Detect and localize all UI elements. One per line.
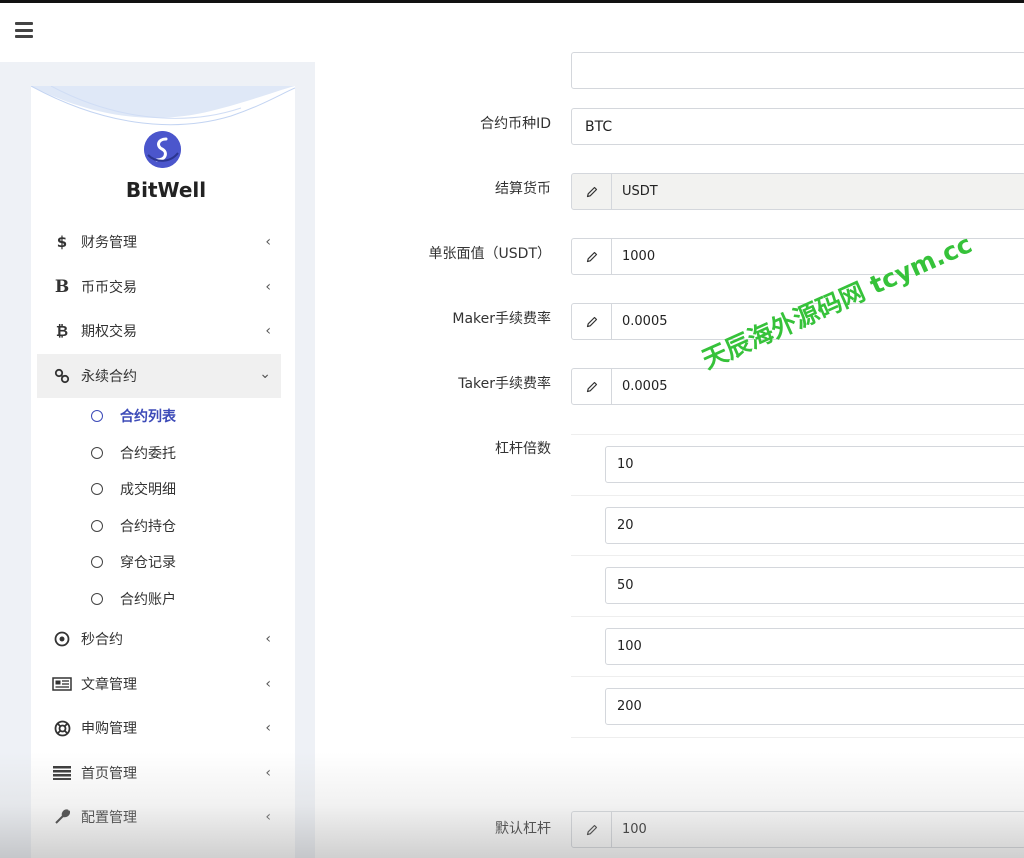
pencil-icon xyxy=(572,304,612,339)
sidebar-item-second-contract[interactable]: 秒合约 ‹ xyxy=(37,617,281,662)
pencil-icon xyxy=(572,174,612,209)
settle-currency-value: USDT xyxy=(622,184,658,199)
leverage-label: 杠杆倍数 xyxy=(495,441,551,457)
leverage-row: 200 xyxy=(571,677,1024,738)
leverage-row: 50 xyxy=(571,556,1024,617)
chevron-left-icon: ‹ xyxy=(265,809,271,825)
sidebar-item-label: 财务管理 xyxy=(81,235,137,252)
taker-fee-input[interactable]: 0.0005 xyxy=(571,368,1024,405)
face-value-label: 单张面值（USDT） xyxy=(428,246,551,262)
leverage-row: 20 xyxy=(571,496,1024,556)
circle-icon xyxy=(91,592,103,605)
leverage-input[interactable]: 200 xyxy=(605,688,1024,725)
settle-currency-label: 结算货币 xyxy=(495,181,551,197)
lifebuoy-icon xyxy=(51,720,73,737)
face-value-value: 1000 xyxy=(622,249,656,264)
sidebar-item-perpetual[interactable]: 永续合约 ⌄ xyxy=(37,353,281,398)
dot-circle-icon xyxy=(51,631,73,647)
contract-id-input[interactable]: BTC xyxy=(571,108,1024,145)
sidebar-item-label: 配置管理 xyxy=(81,810,137,827)
logo-text: BitWell xyxy=(125,178,207,202)
submenu-item-trade-details[interactable]: 成交明细 xyxy=(37,471,281,508)
sidebar-item-label: 币币交易 xyxy=(81,279,137,296)
bitcoin-b-icon: B xyxy=(54,276,70,297)
sidebar-item-subscription[interactable]: 申购管理 ‹ xyxy=(37,706,281,751)
sidebar-wave-decoration xyxy=(31,86,295,126)
sidebar-item-options-trading[interactable]: ₿ 期权交易 ‹ xyxy=(37,309,281,354)
circle-icon xyxy=(91,556,103,569)
circle-icon xyxy=(91,483,103,496)
leverage-row: 100 xyxy=(571,617,1024,677)
bitcoin-icon: ₿ xyxy=(55,322,69,341)
pencil-icon xyxy=(572,812,612,847)
link-icon xyxy=(51,368,73,384)
sidebar-item-label: 永续合约 xyxy=(81,368,137,385)
circle-icon xyxy=(91,446,103,459)
sidebar-item-finance[interactable]: $ 财务管理 ‹ xyxy=(37,220,281,265)
bitwell-logo-icon xyxy=(144,131,181,168)
submenu-label: 穿仓记录 xyxy=(120,555,176,572)
sidebar-item-homepage[interactable]: 首页管理 ‹ xyxy=(37,751,281,796)
leverage-row: 10 xyxy=(571,435,1024,496)
leverage-input[interactable]: 20 xyxy=(605,506,1024,544)
sidebar-item-articles[interactable]: 文章管理 ‹ xyxy=(37,662,281,707)
contract-id-label: 合约币种ID xyxy=(480,116,551,132)
maker-fee-value: 0.0005 xyxy=(622,314,668,329)
main-content: 合约币种ID BTC 结算货币 USDT 单张面值（USDT） 1000 Mak… xyxy=(315,52,1024,858)
chevron-left-icon: ‹ xyxy=(265,278,271,295)
sidebar: BitWell $ 财务管理 ‹ B 币币交易 ‹ ₿ 期权交易 ‹ 永续合约 … xyxy=(31,86,295,858)
circle-icon xyxy=(91,519,103,532)
chevron-left-icon: ‹ xyxy=(265,631,271,647)
taker-fee-label: Taker手续费率 xyxy=(458,376,551,392)
sidebar-menu: $ 财务管理 ‹ B 币币交易 ‹ ₿ 期权交易 ‹ 永续合约 ⌄ 合约列表 合… xyxy=(37,220,281,840)
chevron-left-icon: ‹ xyxy=(265,764,271,781)
submenu-item-contract-list[interactable]: 合约列表 xyxy=(37,398,281,435)
list-icon xyxy=(51,765,73,780)
partial-input-field[interactable] xyxy=(571,52,1024,89)
default-leverage-value: 100 xyxy=(622,822,647,837)
leverage-list: 10 20 50 100 200 xyxy=(571,434,1024,738)
sidebar-item-label: 申购管理 xyxy=(81,721,137,738)
maker-fee-label: Maker手续费率 xyxy=(452,311,551,327)
submenu-label: 成交明细 xyxy=(120,482,176,499)
submenu-label: 合约委托 xyxy=(120,445,176,462)
pencil-icon xyxy=(572,369,612,404)
hamburger-menu-icon[interactable] xyxy=(15,22,33,38)
sidebar-item-label: 文章管理 xyxy=(81,676,137,693)
chevron-left-icon: ‹ xyxy=(265,720,271,736)
chevron-left-icon: ‹ xyxy=(265,323,271,339)
pencil-icon xyxy=(572,239,612,274)
sidebar-item-label: 期权交易 xyxy=(81,324,137,341)
default-leverage-input[interactable]: 100 xyxy=(571,811,1024,848)
submenu-item-contract-orders[interactable]: 合约委托 xyxy=(37,435,281,472)
leverage-input[interactable]: 100 xyxy=(605,627,1024,665)
default-leverage-label: 默认杠杆 xyxy=(495,821,551,837)
submenu-label: 合约列表 xyxy=(120,409,176,426)
chevron-left-icon: ‹ xyxy=(265,675,271,692)
sidebar-item-label: 秒合约 xyxy=(81,632,123,649)
leverage-input[interactable]: 50 xyxy=(605,567,1024,604)
submenu-item-contract-accounts[interactable]: 合约账户 xyxy=(37,581,281,618)
dollar-icon: $ xyxy=(56,233,68,252)
settle-currency-input[interactable]: USDT xyxy=(571,173,1024,210)
circle-icon xyxy=(91,410,103,423)
sidebar-item-label: 首页管理 xyxy=(81,765,137,782)
taker-fee-value: 0.0005 xyxy=(622,379,668,394)
submenu-item-positions[interactable]: 合约持仓 xyxy=(37,508,281,545)
wrench-icon xyxy=(51,809,73,825)
sidebar-item-spot-trading[interactable]: B 币币交易 ‹ xyxy=(37,265,281,310)
contract-id-value: BTC xyxy=(585,118,613,135)
submenu-label: 合约账户 xyxy=(120,591,176,608)
chevron-left-icon: ‹ xyxy=(265,234,271,250)
sidebar-item-config[interactable]: 配置管理 ‹ xyxy=(37,795,281,840)
chevron-down-icon: ⌄ xyxy=(259,365,271,382)
newspaper-icon xyxy=(51,677,73,691)
submenu-label: 合约持仓 xyxy=(120,518,176,535)
leverage-input[interactable]: 10 xyxy=(605,446,1024,483)
submenu-item-liquidation-records[interactable]: 穿仓记录 xyxy=(37,544,281,581)
